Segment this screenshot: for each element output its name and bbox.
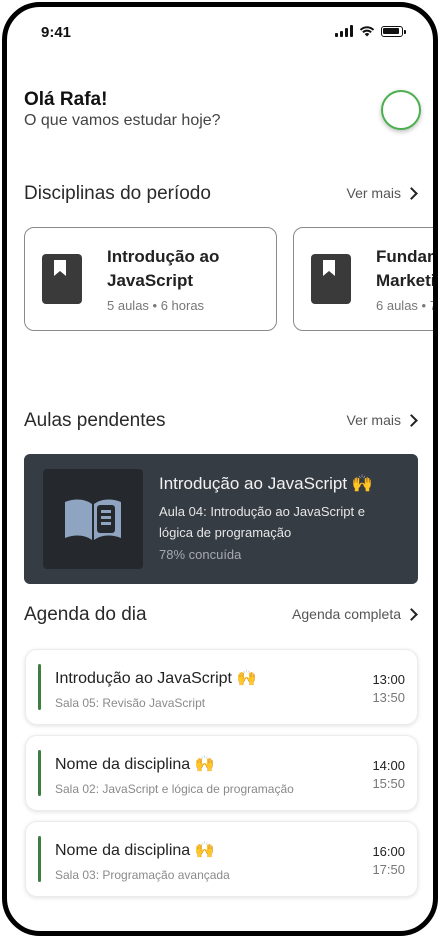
agenda-item-title: Nome da disciplina 🙌 bbox=[55, 842, 215, 859]
agenda-start-time: 14:00 bbox=[372, 758, 405, 773]
pending-header: Aulas pendentes Ver mais bbox=[24, 410, 420, 436]
agenda-item[interactable]: Nome da disciplina 🙌 Sala 03: Programaçã… bbox=[25, 821, 418, 897]
agenda-end-time: 15:50 bbox=[372, 776, 405, 791]
greeting-title: Olá Rafa! bbox=[24, 89, 108, 110]
agenda-item[interactable]: Introdução ao JavaScript 🙌 Sala 05: Revi… bbox=[25, 649, 418, 725]
agenda-end-time: 13:50 bbox=[372, 690, 405, 705]
signal-icon bbox=[335, 25, 353, 37]
status-icons bbox=[335, 25, 406, 37]
agenda-item-title: Introdução ao JavaScript 🙌 bbox=[55, 670, 257, 687]
agenda-item-room: Sala 03: Programação avançada bbox=[55, 868, 230, 882]
lesson-progress: 78% concuída bbox=[159, 547, 242, 562]
wifi-icon bbox=[359, 26, 375, 37]
lesson-thumbnail bbox=[43, 469, 143, 569]
greeting-subtitle: O que vamos estudar hoje? bbox=[24, 112, 221, 129]
agenda-accent-bar bbox=[38, 750, 41, 796]
open-book-icon bbox=[65, 499, 121, 540]
agenda-start-time: 13:00 bbox=[372, 672, 405, 687]
see-more-label: Ver mais bbox=[346, 412, 401, 428]
course-meta: 5 aulas • 6 horas bbox=[107, 298, 205, 313]
lesson-title: Introdução ao JavaScript 🙌 bbox=[159, 474, 373, 493]
course-title: Fundamentos de Marketing bbox=[376, 247, 436, 290]
see-more-label: Ver mais bbox=[346, 185, 401, 201]
agenda-item-room: Sala 02: JavaScript e lógica de programa… bbox=[55, 782, 294, 796]
phone-frame: 9:41 Olá Rafa! O que vamos estudar hoje?… bbox=[2, 2, 438, 936]
agenda-title: Agenda do dia bbox=[24, 604, 147, 625]
greeting: Olá Rafa! O que vamos estudar hoje? bbox=[24, 89, 221, 131]
agenda-end-time: 17:50 bbox=[372, 862, 405, 877]
disciplines-header: Disciplinas do período Ver mais bbox=[24, 183, 420, 209]
chevron-right-icon bbox=[405, 607, 418, 621]
pending-lesson-card[interactable]: Introdução ao JavaScript 🙌 Aula 04: Intr… bbox=[24, 454, 418, 584]
chevron-right-icon bbox=[405, 413, 418, 427]
pending-title: Aulas pendentes bbox=[24, 410, 166, 431]
agenda-header: Agenda do dia Agenda completa bbox=[24, 604, 420, 630]
battery-icon bbox=[381, 25, 406, 37]
disciplines-title: Disciplinas do período bbox=[24, 183, 211, 204]
agenda-accent-bar bbox=[38, 836, 41, 882]
agenda-item-room: Sala 05: Revisão JavaScript bbox=[55, 696, 206, 710]
course-meta: 6 aulas • 7 horas bbox=[376, 298, 437, 313]
chevron-right-icon bbox=[405, 186, 418, 200]
course-title: Introdução ao JavaScript bbox=[107, 247, 220, 290]
status-time: 9:41 bbox=[41, 24, 72, 41]
lesson-subtitle: Aula 04: Introdução ao JavaScript e lógi… bbox=[159, 504, 365, 540]
course-card[interactable]: Introdução ao JavaScript 5 aulas • 6 hor… bbox=[24, 227, 277, 331]
agenda-start-time: 16:00 bbox=[372, 844, 405, 859]
agenda-item-title: Nome da disciplina 🙌 bbox=[55, 756, 215, 773]
avatar[interactable] bbox=[381, 90, 421, 130]
see-more-label: Agenda completa bbox=[292, 606, 401, 622]
agenda-item[interactable]: Nome da disciplina 🙌 Sala 02: JavaScript… bbox=[25, 735, 418, 811]
agenda-full-link[interactable]: Agenda completa bbox=[292, 606, 420, 622]
bookmark-book-icon bbox=[311, 254, 351, 304]
disciplines-see-more-link[interactable]: Ver mais bbox=[347, 185, 420, 201]
agenda-accent-bar bbox=[38, 664, 41, 710]
pending-see-more-link[interactable]: Ver mais bbox=[347, 412, 420, 428]
bookmark-book-icon bbox=[42, 254, 82, 304]
status-bar: 9:41 bbox=[7, 7, 433, 57]
course-card[interactable]: Fundamentos de Marketing 6 aulas • 7 hor… bbox=[293, 227, 437, 331]
